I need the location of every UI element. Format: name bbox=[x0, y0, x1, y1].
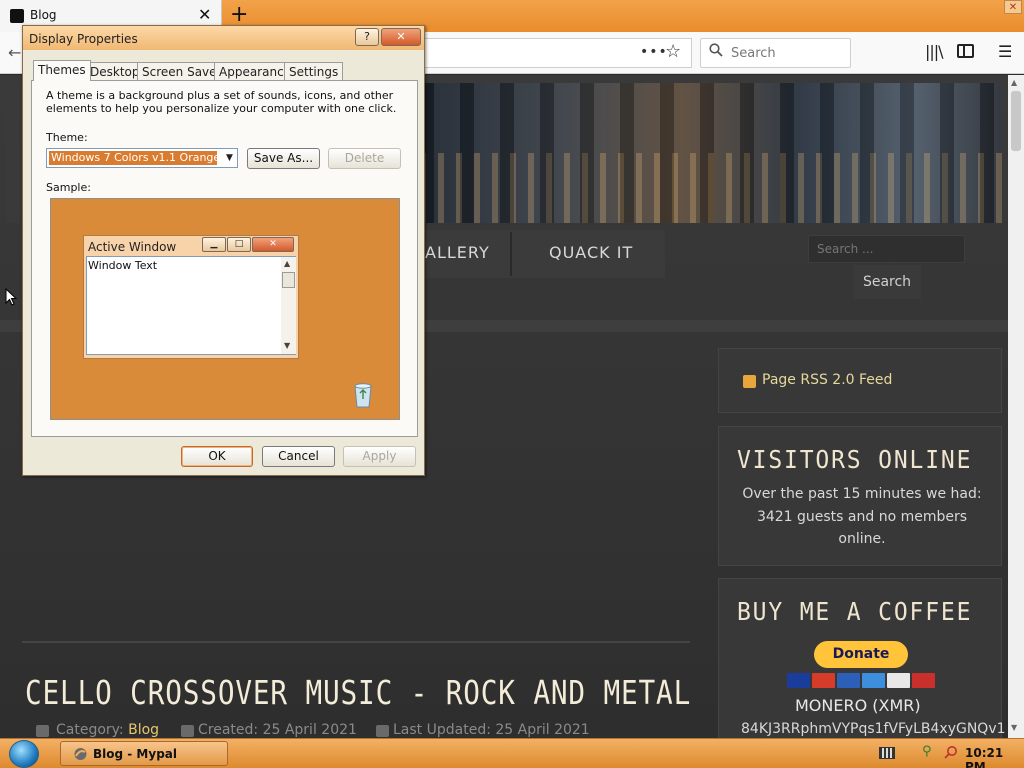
theme-description: A theme is a background plus a set of so… bbox=[46, 89, 397, 115]
start-button[interactable] bbox=[9, 740, 39, 768]
browser-search-placeholder: Search bbox=[731, 46, 776, 61]
scroll-down-arrow-icon[interactable]: ▼ bbox=[1011, 723, 1017, 732]
visitors-widget: VISITORS ONLINE Over the past 15 minutes… bbox=[718, 426, 1002, 566]
tab-close-icon[interactable]: ✕ bbox=[198, 5, 211, 24]
apply-button[interactable]: Apply bbox=[343, 446, 416, 467]
page-actions-icon[interactable]: ••• bbox=[640, 44, 668, 60]
recycle-bin-icon bbox=[354, 383, 372, 408]
article-divider bbox=[22, 641, 690, 643]
article-category: Category: Blog bbox=[56, 722, 159, 738]
site-search-button[interactable]: Search bbox=[853, 265, 921, 299]
monero-address: 84KJ3RRphmVYPqs1fVFyLB4xyGNQv1 bbox=[741, 721, 1006, 737]
themes-panel: A theme is a background plus a set of so… bbox=[31, 80, 418, 437]
scroll-up-arrow-icon[interactable]: ▲ bbox=[1011, 78, 1017, 87]
rss-widget: Page RSS 2.0 Feed bbox=[718, 348, 1002, 413]
taskbar: Blog - Mypal ⚲ 10:21 PM bbox=[0, 738, 1024, 768]
mouse-cursor-icon bbox=[5, 288, 17, 306]
maximize-icon: □ bbox=[227, 237, 251, 252]
sample-label: Sample: bbox=[46, 181, 91, 194]
visitors-title: VISITORS ONLINE bbox=[737, 445, 973, 474]
mastercard-icon bbox=[812, 673, 835, 688]
sidebar-toggle-icon[interactable] bbox=[957, 44, 974, 58]
bookmark-star-icon[interactable]: ☆ bbox=[665, 41, 681, 62]
calendar-updated-icon bbox=[376, 725, 389, 737]
payment-cards bbox=[787, 673, 935, 688]
ok-button[interactable]: OK bbox=[181, 446, 253, 467]
donate-button[interactable]: Donate bbox=[814, 641, 908, 668]
minimize-icon: ▁ bbox=[202, 237, 226, 252]
visa-card-icon bbox=[787, 673, 810, 688]
tray-search-icon[interactable] bbox=[944, 745, 958, 759]
article-updated: Last Updated: 25 April 2021 bbox=[393, 722, 590, 738]
hamburger-menu-icon[interactable]: ☰ bbox=[998, 42, 1012, 61]
taskbar-item-blog-mypal[interactable]: Blog - Mypal bbox=[60, 741, 228, 766]
maestro-card-icon bbox=[837, 673, 860, 688]
cancel-button[interactable]: Cancel bbox=[262, 446, 335, 467]
sample-scroll-thumb bbox=[282, 272, 295, 288]
keyboard-icon[interactable] bbox=[879, 747, 895, 759]
theme-label: Theme: bbox=[46, 131, 88, 144]
delete-button[interactable]: Delete bbox=[328, 148, 401, 169]
theme-selected-value: Windows 7 Colors v1.1 Orange bbox=[49, 151, 217, 165]
coffee-title: BUY ME A COFFEE bbox=[737, 597, 973, 626]
article-title[interactable]: CELLO CROSSOVER MUSIC - ROCK AND METAL bbox=[25, 673, 691, 712]
article-created: Created: 25 April 2021 bbox=[198, 722, 357, 738]
page-left-edge bbox=[6, 83, 20, 223]
folder-icon bbox=[36, 725, 49, 737]
taskbar-item-label: Blog - Mypal bbox=[93, 747, 177, 761]
back-arrow-icon[interactable]: ← bbox=[8, 43, 21, 62]
monero-title: MONERO (XMR) bbox=[795, 696, 921, 715]
rss-link[interactable]: Page RSS 2.0 Feed bbox=[762, 372, 892, 388]
save-as-button[interactable]: Save As... bbox=[247, 148, 320, 169]
nav-item-quack-it[interactable]: QUACK IT bbox=[549, 243, 633, 262]
theme-sample-preview: Active Window ▁ □ ✕ Window Text ▲ ▼ bbox=[50, 198, 400, 420]
amex-card-icon bbox=[862, 673, 885, 688]
theme-select[interactable]: Windows 7 Colors v1.1 Orange ▼ bbox=[46, 148, 238, 168]
category-link[interactable]: Blog bbox=[128, 722, 159, 738]
site-search-input[interactable] bbox=[808, 235, 965, 263]
calendar-icon bbox=[181, 725, 194, 737]
site-header-banner bbox=[420, 83, 1002, 223]
new-tab-button[interactable]: + bbox=[230, 2, 248, 27]
rss-icon bbox=[743, 375, 756, 388]
chevron-down-icon[interactable]: ▼ bbox=[221, 149, 238, 167]
scroll-up-icon: ▲ bbox=[284, 259, 291, 268]
visitors-text: Over the past 15 minutes we had: 3421 gu… bbox=[742, 486, 982, 547]
display-properties-dialog: Display Properties ? ✕ Themes Desktop Sc… bbox=[22, 25, 425, 476]
dialog-title: Display Properties bbox=[29, 32, 138, 46]
coffee-widget: BUY ME A COFFEE Donate MONERO (XMR) 84KJ… bbox=[718, 578, 1006, 738]
mypal-browser-icon bbox=[74, 748, 87, 760]
help-button[interactable]: ? bbox=[355, 28, 379, 46]
tab-title: Blog bbox=[30, 8, 57, 22]
page-scrollbar[interactable]: ▲ ▼ bbox=[1008, 75, 1024, 738]
scroll-down-icon: ▼ bbox=[284, 341, 291, 350]
bank-card-icon bbox=[912, 673, 935, 688]
sample-window-body: Window Text ▲ ▼ bbox=[86, 256, 296, 355]
tab-themes[interactable]: Themes bbox=[33, 60, 91, 81]
sample-active-window: Active Window ▁ □ ✕ Window Text ▲ ▼ bbox=[83, 235, 299, 359]
tab-settings[interactable]: Settings bbox=[284, 62, 344, 80]
category-label: Category: bbox=[56, 722, 124, 738]
nav-divider bbox=[510, 232, 512, 276]
search-icon bbox=[709, 43, 723, 57]
library-icon[interactable]: |||\ bbox=[925, 42, 944, 61]
dialog-close-button[interactable]: ✕ bbox=[381, 28, 421, 46]
scrollbar-thumb[interactable] bbox=[1011, 91, 1021, 151]
close-icon: ✕ bbox=[252, 237, 294, 252]
sample-window-controls: ▁ □ ✕ bbox=[202, 237, 297, 253]
sample-window-title: Active Window bbox=[88, 240, 177, 254]
tab-desktop[interactable]: Desktop bbox=[85, 62, 145, 80]
sample-scrollbar: ▲ ▼ bbox=[281, 257, 296, 354]
window-close-button[interactable]: ✕ bbox=[1004, 0, 1022, 14]
nav-item-gallery[interactable]: ALLERY bbox=[425, 243, 490, 262]
taskbar-clock[interactable]: 10:21 PM bbox=[965, 746, 1024, 768]
site-favicon-icon bbox=[10, 9, 24, 23]
network-icon[interactable]: ⚲ bbox=[922, 744, 932, 759]
dialog-titlebar[interactable]: Display Properties ? ✕ bbox=[23, 26, 424, 50]
sample-window-text: Window Text bbox=[88, 259, 158, 272]
discover-card-icon bbox=[887, 673, 910, 688]
